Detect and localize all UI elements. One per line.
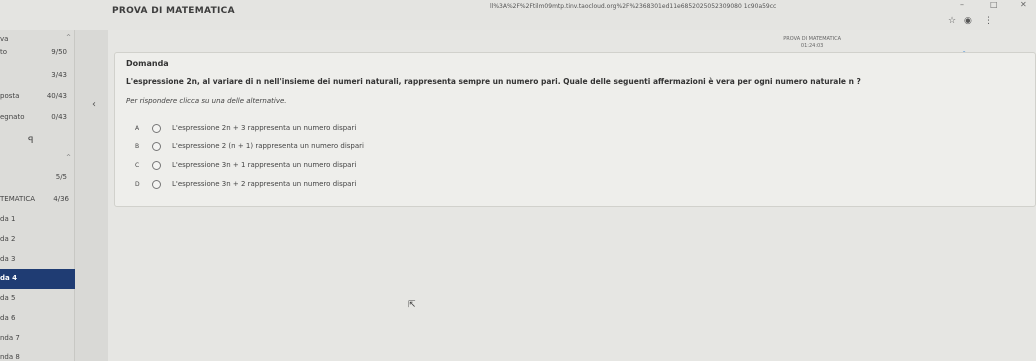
option-letter: D <box>135 181 140 188</box>
radio-button[interactable] <box>152 161 161 170</box>
chevron-up-icon[interactable]: ^ <box>66 34 71 41</box>
exam-name: PROVA DI MATEMATICA <box>783 36 841 42</box>
profile-icon[interactable]: ◉ <box>964 16 972 26</box>
chevron-up-icon[interactable]: ^ <box>66 154 71 161</box>
minimize-icon[interactable]: – <box>960 0 964 9</box>
option-letter: A <box>135 125 140 132</box>
main-area: PROVA DI MATEMATICA 01:24:03 👤 INVl25/10… <box>108 30 1036 361</box>
timer: 01:24:03 <box>800 43 824 49</box>
sidebar-question-5[interactable]: da 5 <box>0 289 75 309</box>
option-text: L'espressione 3n + 1 rappresenta un nume… <box>172 161 357 169</box>
exam-header: PROVA DI MATEMATICA 01:24:03 <box>783 36 841 50</box>
sidebar-item[interactable]: 3/43 <box>0 66 75 86</box>
sidebar-section[interactable]: TEMATICA 4/36 <box>0 190 75 210</box>
option-letter: C <box>135 162 140 169</box>
sidebar-question-2[interactable]: da 2 <box>0 230 75 250</box>
address-bar[interactable]: ll%3A%2F%2Ftilm09mtp.tinv.taocloud.org%2… <box>490 3 850 10</box>
mouse-cursor-icon: ⇱ <box>408 300 416 310</box>
option-text: L'espressione 3n + 2 rappresenta un nume… <box>172 180 357 188</box>
radio-button[interactable] <box>152 180 161 189</box>
option-letter: B <box>135 143 140 150</box>
sidebar-collapse[interactable]: ^ <box>0 150 75 170</box>
sidebar-question-3[interactable]: da 3 <box>0 250 75 270</box>
question-label: Domanda <box>126 59 169 68</box>
sidebar-question-4[interactable]: da 4 <box>0 269 75 289</box>
app-title: PROVA DI MATEMATICA <box>112 6 235 16</box>
top-bar: PROVA DI MATEMATICA ll%3A%2F%2Ftilm09mtp… <box>0 0 1036 30</box>
sidebar-question-7[interactable]: nda 7 <box>0 329 75 349</box>
radio-button[interactable] <box>152 142 161 151</box>
sidebar-flag-item[interactable]: ꟼ <box>0 131 75 151</box>
sidebar-question-1[interactable]: da 1 <box>0 210 75 230</box>
sidebar-item[interactable]: 5/5 <box>0 168 75 188</box>
option-text: L'espressione 2 (n + 1) rappresenta un n… <box>172 142 364 150</box>
question-text: L'espressione 2n, al variare di n nell'i… <box>126 77 861 86</box>
bookmark-star-icon[interactable]: ☆ <box>948 16 956 26</box>
radio-button[interactable] <box>152 124 161 133</box>
sidebar: va ^ to 9/50 3/43 posta 40/43 egnato 0/43 ꟼ … <box>0 30 75 361</box>
sidebar-item[interactable]: posta 40/43 <box>0 87 75 107</box>
question-card: Domanda L'espressione 2n, al variare di … <box>114 52 1036 207</box>
sidebar-question-8[interactable]: nda 8 <box>0 348 75 361</box>
maximize-icon[interactable]: □ <box>990 0 998 9</box>
sidebar-question-6[interactable]: da 6 <box>0 309 75 329</box>
sidebar-item[interactable]: egnato 0/43 <box>0 108 75 128</box>
back-chevron-icon[interactable]: ‹ <box>92 99 96 110</box>
close-icon[interactable]: ✕ <box>1020 0 1027 9</box>
flag-icon: ꟼ <box>28 136 34 146</box>
more-menu-icon[interactable]: ⋮ <box>984 16 993 26</box>
question-hint: Per rispondere clicca su una delle alter… <box>126 97 287 105</box>
sidebar-item[interactable]: to 9/50 <box>0 43 75 63</box>
option-text: L'espressione 2n + 3 rappresenta un nume… <box>172 124 357 132</box>
